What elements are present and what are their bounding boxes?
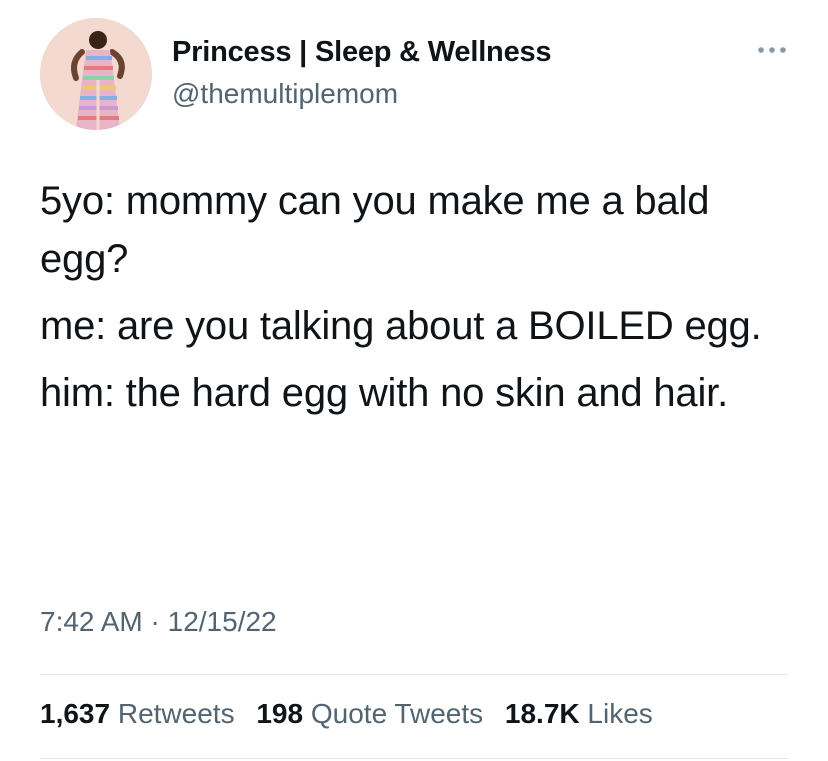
- retweets-label: Retweets: [117, 698, 235, 729]
- retweets-count: 1,637: [40, 698, 111, 729]
- quote-tweets-stat[interactable]: 198 Quote Tweets: [256, 698, 483, 730]
- divider: [40, 674, 788, 675]
- tweet-time: 7:42 AM: [40, 606, 143, 637]
- quote-tweets-count: 198: [256, 698, 304, 729]
- tweet-text: 5yo: mommy can you make me a bald egg? m…: [40, 172, 800, 431]
- author-display-name[interactable]: Princess | Sleep & Wellness: [172, 36, 552, 69]
- author-handle[interactable]: @themultiplemom: [172, 78, 398, 110]
- tweet-stats: 1,637 Retweets 198 Quote Tweets 18.7K Li…: [40, 698, 667, 730]
- retweets-stat[interactable]: 1,637 Retweets: [40, 698, 235, 730]
- tweet-timestamp[interactable]: 7:42 AM · 12/15/22: [40, 606, 277, 638]
- likes-label: Likes: [587, 698, 653, 729]
- avatar[interactable]: [40, 18, 152, 130]
- meta-separator: ·: [150, 606, 160, 637]
- tweet-paragraph: 5yo: mommy can you make me a bald egg?: [40, 179, 710, 281]
- tweet: Princess | Sleep & Wellness @themultiple…: [0, 0, 828, 761]
- avatar-image: [40, 18, 152, 130]
- likes-stat[interactable]: 18.7K Likes: [505, 698, 653, 730]
- tweet-date: 12/15/22: [167, 606, 277, 637]
- divider: [40, 758, 788, 759]
- tweet-paragraph: him: the hard egg with no skin and hair.: [40, 371, 728, 415]
- tweet-paragraph: me: are you talking about a BOILED egg.: [40, 304, 762, 348]
- likes-count: 18.7K: [504, 698, 580, 729]
- more-options-icon[interactable]: [752, 36, 792, 64]
- quote-tweets-label: Quote Tweets: [310, 698, 484, 729]
